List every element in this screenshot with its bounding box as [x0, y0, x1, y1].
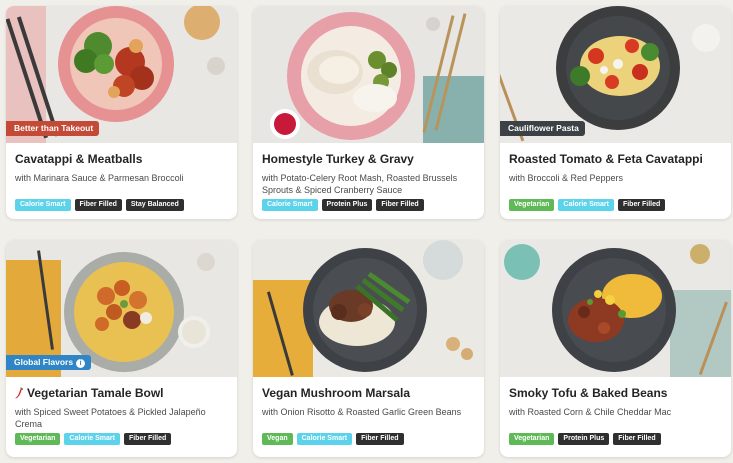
- ribbon-badge: Cauliflower Pasta: [500, 121, 585, 136]
- tag-vegetarian: Vegetarian: [509, 433, 555, 445]
- recipe-image[interactable]: [253, 6, 484, 143]
- recipe-title[interactable]: Smoky Tofu & Baked Beans: [509, 386, 722, 401]
- tag-fiber-filled: Fiber Filled: [356, 433, 404, 445]
- tag-list: Vegan Calorie Smart Fiber Filled: [262, 433, 404, 445]
- tag-vegan: Vegan: [262, 433, 293, 445]
- recipe-subtitle: with Onion Risotto & Roasted Garlic Gree…: [262, 407, 462, 417]
- tag-calorie-smart: Calorie Smart: [262, 199, 318, 211]
- tag-fiber-filled: Fiber Filled: [613, 433, 661, 445]
- ribbon-badge: Better than Takeout: [6, 121, 100, 136]
- recipe-image[interactable]: Better than Takeout: [6, 6, 237, 143]
- recipe-card[interactable]: Global Flavors i Vegetarian Tamale Bowl w…: [6, 240, 237, 457]
- recipe-title-text: Vegetarian Tamale Bowl: [27, 386, 164, 400]
- tag-list: Vegetarian Calorie Smart Fiber Filled: [509, 199, 666, 211]
- ribbon-badge: Global Flavors i: [6, 355, 92, 370]
- recipe-image[interactable]: Cauliflower Pasta: [500, 6, 731, 143]
- recipe-subtitle: with Marinara Sauce & Parmesan Broccoli: [15, 173, 184, 183]
- tag-vegetarian: Vegetarian: [15, 433, 61, 445]
- recipe-title[interactable]: Roasted Tomato & Feta Cavatappi: [509, 152, 722, 167]
- tag-protein-plus: Protein Plus: [558, 433, 610, 445]
- recipe-image[interactable]: [500, 240, 731, 377]
- tag-fiber-filled: Fiber Filled: [74, 199, 122, 211]
- tag-fiber-filled: Fiber Filled: [376, 199, 424, 211]
- tag-list: Vegetarian Protein Plus Fiber Filled: [509, 433, 661, 445]
- recipe-subtitle: with Broccoli & Red Peppers: [509, 173, 624, 183]
- ribbon-label: Global Flavors: [14, 357, 74, 367]
- recipe-subtitle: with Spiced Sweet Potatoes & Pickled Jal…: [15, 407, 206, 429]
- tag-protein-plus: Protein Plus: [321, 199, 373, 211]
- recipe-title[interactable]: Homestyle Turkey & Gravy: [262, 152, 475, 167]
- recipe-card[interactable]: Homestyle Turkey & Gravy with Potato-Cel…: [253, 6, 484, 219]
- recipe-title[interactable]: Vegetarian Tamale Bowl: [15, 386, 228, 401]
- recipe-subtitle: with Roasted Corn & Chile Cheddar Mac: [509, 407, 672, 417]
- tag-stay-balanced: Stay Balanced: [125, 199, 184, 211]
- recipe-title[interactable]: Vegan Mushroom Marsala: [262, 386, 475, 401]
- tag-calorie-smart: Calorie Smart: [558, 199, 614, 211]
- tag-fiber-filled: Fiber Filled: [123, 433, 172, 445]
- recipe-card[interactable]: Vegan Mushroom Marsala with Onion Risott…: [253, 240, 484, 457]
- chili-pepper-icon: [15, 387, 24, 399]
- recipe-image[interactable]: [253, 240, 484, 377]
- recipe-image[interactable]: Global Flavors i: [6, 240, 237, 377]
- tag-list: Calorie Smart Protein Plus Fiber Filled: [262, 199, 424, 211]
- recipe-title[interactable]: Cavatappi & Meatballs: [15, 152, 228, 167]
- tag-list: Calorie Smart Fiber Filled Stay Balanced: [15, 199, 184, 211]
- tag-vegetarian: Vegetarian: [509, 199, 555, 211]
- recipe-card[interactable]: Cauliflower Pasta Roasted Tomato & Feta …: [500, 6, 731, 219]
- tag-list: Vegetarian Calorie Smart Fiber Filled: [15, 433, 172, 445]
- tag-calorie-smart: Calorie Smart: [15, 199, 71, 211]
- info-icon[interactable]: i: [76, 359, 86, 368]
- recipe-card[interactable]: Smoky Tofu & Baked Beans with Roasted Co…: [500, 240, 731, 457]
- recipe-card[interactable]: Better than Takeout Cavatappi & Meatball…: [6, 6, 237, 219]
- recipe-subtitle: with Potato-Celery Root Mash, Roasted Br…: [262, 173, 458, 195]
- tag-fiber-filled: Fiber Filled: [617, 199, 666, 211]
- tag-calorie-smart: Calorie Smart: [64, 433, 120, 445]
- tag-calorie-smart: Calorie Smart: [296, 433, 353, 445]
